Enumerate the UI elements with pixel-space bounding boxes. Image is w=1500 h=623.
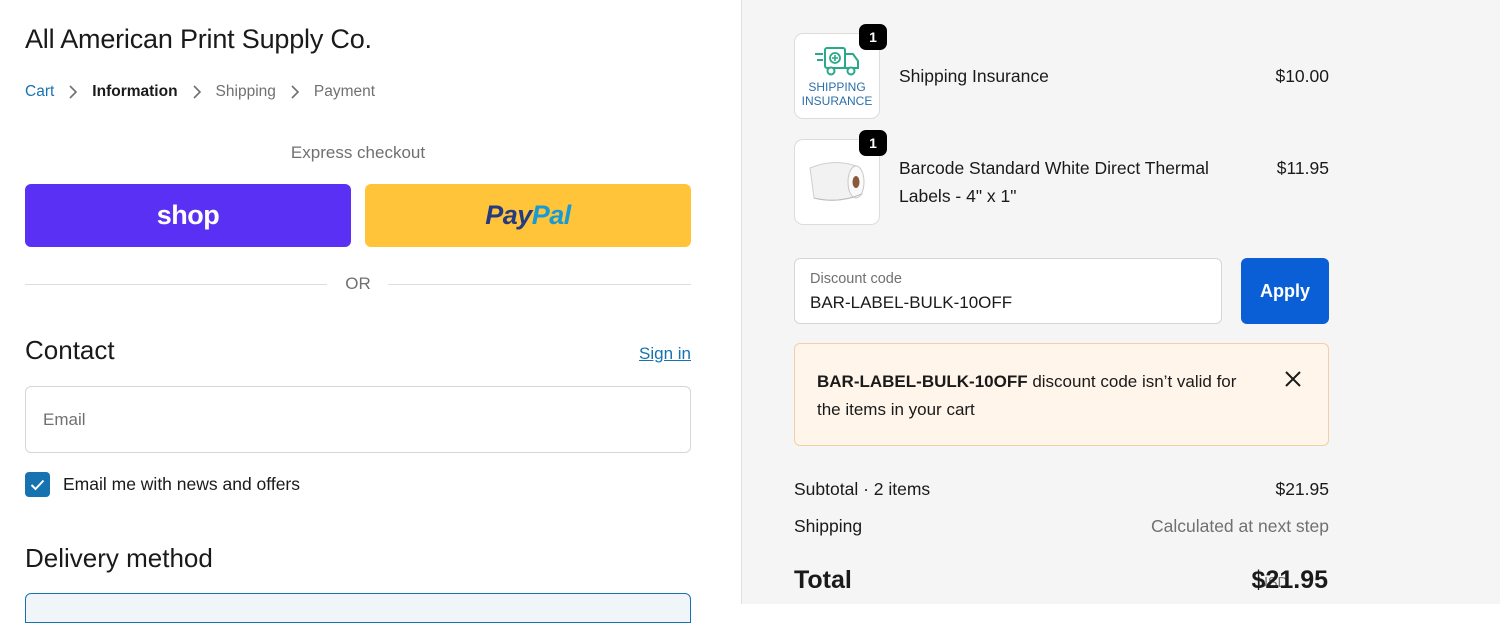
- or-label: OR: [345, 274, 371, 293]
- discount-error-alert: BAR-LABEL-BULK-10OFF discount code isn’t…: [794, 343, 1329, 446]
- contact-heading: Contact: [25, 335, 115, 365]
- or-divider: OR: [25, 274, 691, 296]
- order-summary: SHIPPING INSURANCE 1 Shipping Insurance …: [741, 0, 1500, 604]
- breadcrumb-payment: Payment: [313, 83, 376, 100]
- thumb-text: SHIPPING: [808, 80, 866, 94]
- checkout-main: All American Print Supply Co. Cart Infor…: [0, 0, 741, 623]
- label-roll-icon: [809, 162, 865, 201]
- discount-code-label: Discount code: [810, 271, 902, 287]
- discount-code-value[interactable]: BAR-LABEL-BULK-10OFF: [810, 293, 1012, 313]
- shop-logo: shop: [156, 200, 220, 230]
- paypal-logo-pal: Pal: [531, 200, 572, 230]
- subtotal-row: Subtotal · 2 items $21.95: [794, 479, 1329, 500]
- checkmark-icon: [30, 479, 45, 490]
- product-thumbnail: 1: [794, 130, 887, 225]
- store-title: All American Print Supply Co.: [25, 24, 372, 54]
- product-name: Barcode Standard White Direct Thermal La…: [899, 158, 1209, 206]
- shipping-value: Calculated at next step: [1150, 516, 1329, 536]
- paypal-logo: PayPal: [485, 200, 571, 231]
- newsletter-label[interactable]: Email me with news and offers: [63, 474, 300, 495]
- truck-icon: [815, 47, 859, 76]
- total-label: Total: [794, 566, 852, 594]
- subtotal-value: $21.95: [1275, 479, 1329, 499]
- delivery-option-ship[interactable]: [25, 593, 691, 623]
- close-icon[interactable]: [1284, 370, 1302, 388]
- discount-error-code: BAR-LABEL-BULK-10OFF: [817, 372, 1028, 391]
- discount-error-message: BAR-LABEL-BULK-10OFF discount code isn’t…: [817, 368, 1247, 424]
- product-price: $10.00: [1275, 66, 1329, 86]
- breadcrumb-information: Information: [92, 83, 178, 100]
- shop-pay-button[interactable]: shop: [25, 184, 351, 247]
- apply-discount-button[interactable]: Apply: [1241, 258, 1329, 324]
- newsletter-option: Email me with news and offers: [25, 472, 300, 497]
- paypal-logo-pay: Pay: [485, 200, 532, 230]
- product-thumbnail: SHIPPING INSURANCE 1: [794, 24, 887, 119]
- email-field: [25, 386, 691, 453]
- chevron-right-icon: [284, 84, 306, 100]
- breadcrumb: Cart Information Shipping Payment: [25, 83, 375, 101]
- breadcrumb-shipping: Shipping: [215, 83, 276, 100]
- chevron-right-icon: [186, 84, 208, 100]
- shipping-row: Shipping Calculated at next step: [794, 516, 1329, 537]
- thumb-text: INSURANCE: [801, 94, 873, 108]
- paypal-button[interactable]: PayPal: [365, 184, 691, 247]
- product-name: Shipping Insurance: [899, 66, 1049, 86]
- product-price: $11.95: [1276, 158, 1329, 178]
- line-item: SHIPPING INSURANCE 1 Shipping Insurance …: [794, 24, 1329, 119]
- breadcrumb-cart[interactable]: Cart: [25, 83, 54, 101]
- subtotal-label: Subtotal · 2 items: [794, 479, 931, 499]
- express-checkout-label: Express checkout: [290, 143, 426, 162]
- email-input[interactable]: [41, 387, 675, 452]
- newsletter-checkbox[interactable]: [25, 472, 50, 497]
- quantity-badge: 1: [859, 130, 887, 156]
- line-item: 1 Barcode Standard White Direct Thermal …: [794, 130, 1329, 225]
- delivery-heading: Delivery method: [25, 543, 213, 573]
- quantity-badge: 1: [859, 24, 887, 50]
- shipping-label: Shipping: [794, 516, 863, 536]
- discount-code-field[interactable]: Discount code BAR-LABEL-BULK-10OFF: [794, 258, 1222, 324]
- chevron-right-icon: [62, 84, 84, 100]
- sign-in-link[interactable]: Sign in: [639, 344, 691, 364]
- total-value: $21.95: [1251, 566, 1328, 594]
